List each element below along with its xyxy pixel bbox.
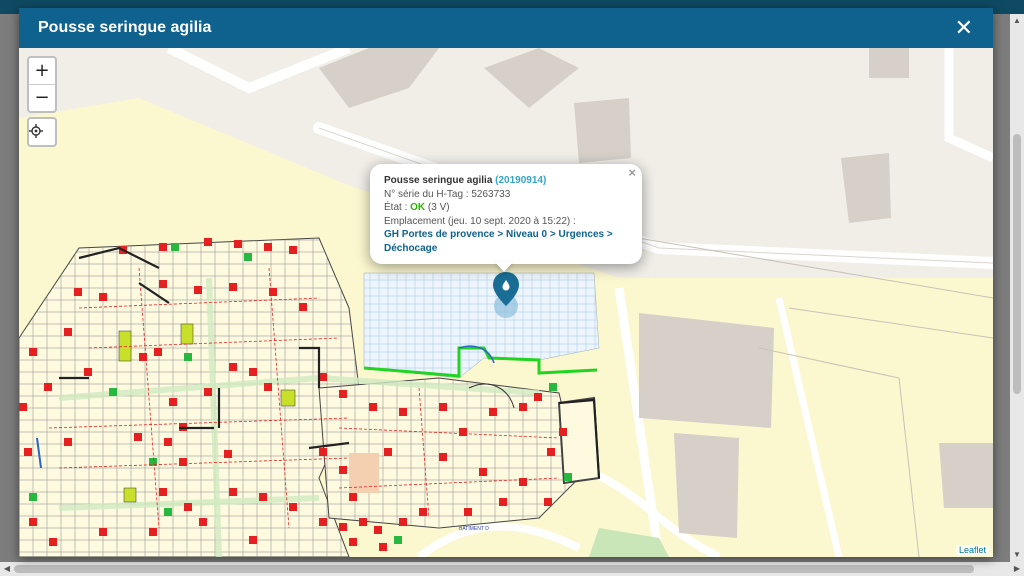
zoom-control: + − bbox=[27, 56, 57, 113]
device-info-popup: × Pousse seringue agilia (20190914) N° s… bbox=[370, 164, 642, 264]
zoom-in-button[interactable]: + bbox=[29, 58, 55, 85]
scroll-right-arrow-icon[interactable]: ▶ bbox=[1010, 562, 1024, 576]
scroll-left-arrow-icon[interactable]: ◀ bbox=[0, 562, 14, 576]
zoom-out-button[interactable]: − bbox=[29, 85, 55, 111]
popup-state-label: État : bbox=[384, 202, 408, 213]
popup-state-value: OK bbox=[410, 202, 426, 213]
crosshair-icon bbox=[29, 124, 43, 138]
horizontal-scrollbar-thumb[interactable] bbox=[14, 565, 974, 573]
locate-button[interactable] bbox=[27, 117, 57, 147]
popup-location-path-link[interactable]: GH Portes de provence > Niveau 0 > Urgen… bbox=[384, 228, 630, 255]
location-marker-icon[interactable] bbox=[490, 270, 522, 322]
vertical-scrollbar[interactable]: ▲ ▼ bbox=[1010, 14, 1024, 562]
horizontal-scrollbar[interactable]: ◀ ▶ bbox=[0, 562, 1024, 576]
leaflet-attribution-link[interactable]: Leaflet bbox=[955, 545, 989, 555]
popup-device-name: Pousse seringue agilia bbox=[384, 175, 493, 186]
popup-state-detail: (3 V) bbox=[427, 202, 450, 213]
map-view[interactable]: BATIMENT D + − × Pousse seringue agilia … bbox=[19, 48, 993, 557]
popup-tip bbox=[495, 262, 513, 272]
modal-title: Pousse seringue agilia bbox=[38, 19, 212, 36]
device-location-modal: Pousse seringue agilia ✕ BATIMENT D + − … bbox=[19, 8, 993, 557]
modal-header: Pousse seringue agilia ✕ bbox=[19, 8, 993, 48]
vertical-scrollbar-thumb[interactable] bbox=[1013, 134, 1021, 394]
popup-location-time: (jeu. 10 sept. 2020 à 15:22) : bbox=[447, 215, 576, 227]
scroll-up-arrow-icon[interactable]: ▲ bbox=[1010, 14, 1024, 28]
popup-serial-value: 5263733 bbox=[471, 188, 511, 200]
popup-location-label: Emplacement bbox=[384, 215, 446, 227]
scroll-down-arrow-icon[interactable]: ▼ bbox=[1010, 548, 1024, 562]
close-modal-button[interactable]: ✕ bbox=[955, 15, 973, 41]
building-label: BATIMENT D bbox=[459, 526, 489, 532]
popup-serial-label: N° série du H-Tag : bbox=[384, 188, 469, 200]
popup-device-id: (20190914) bbox=[495, 175, 547, 186]
